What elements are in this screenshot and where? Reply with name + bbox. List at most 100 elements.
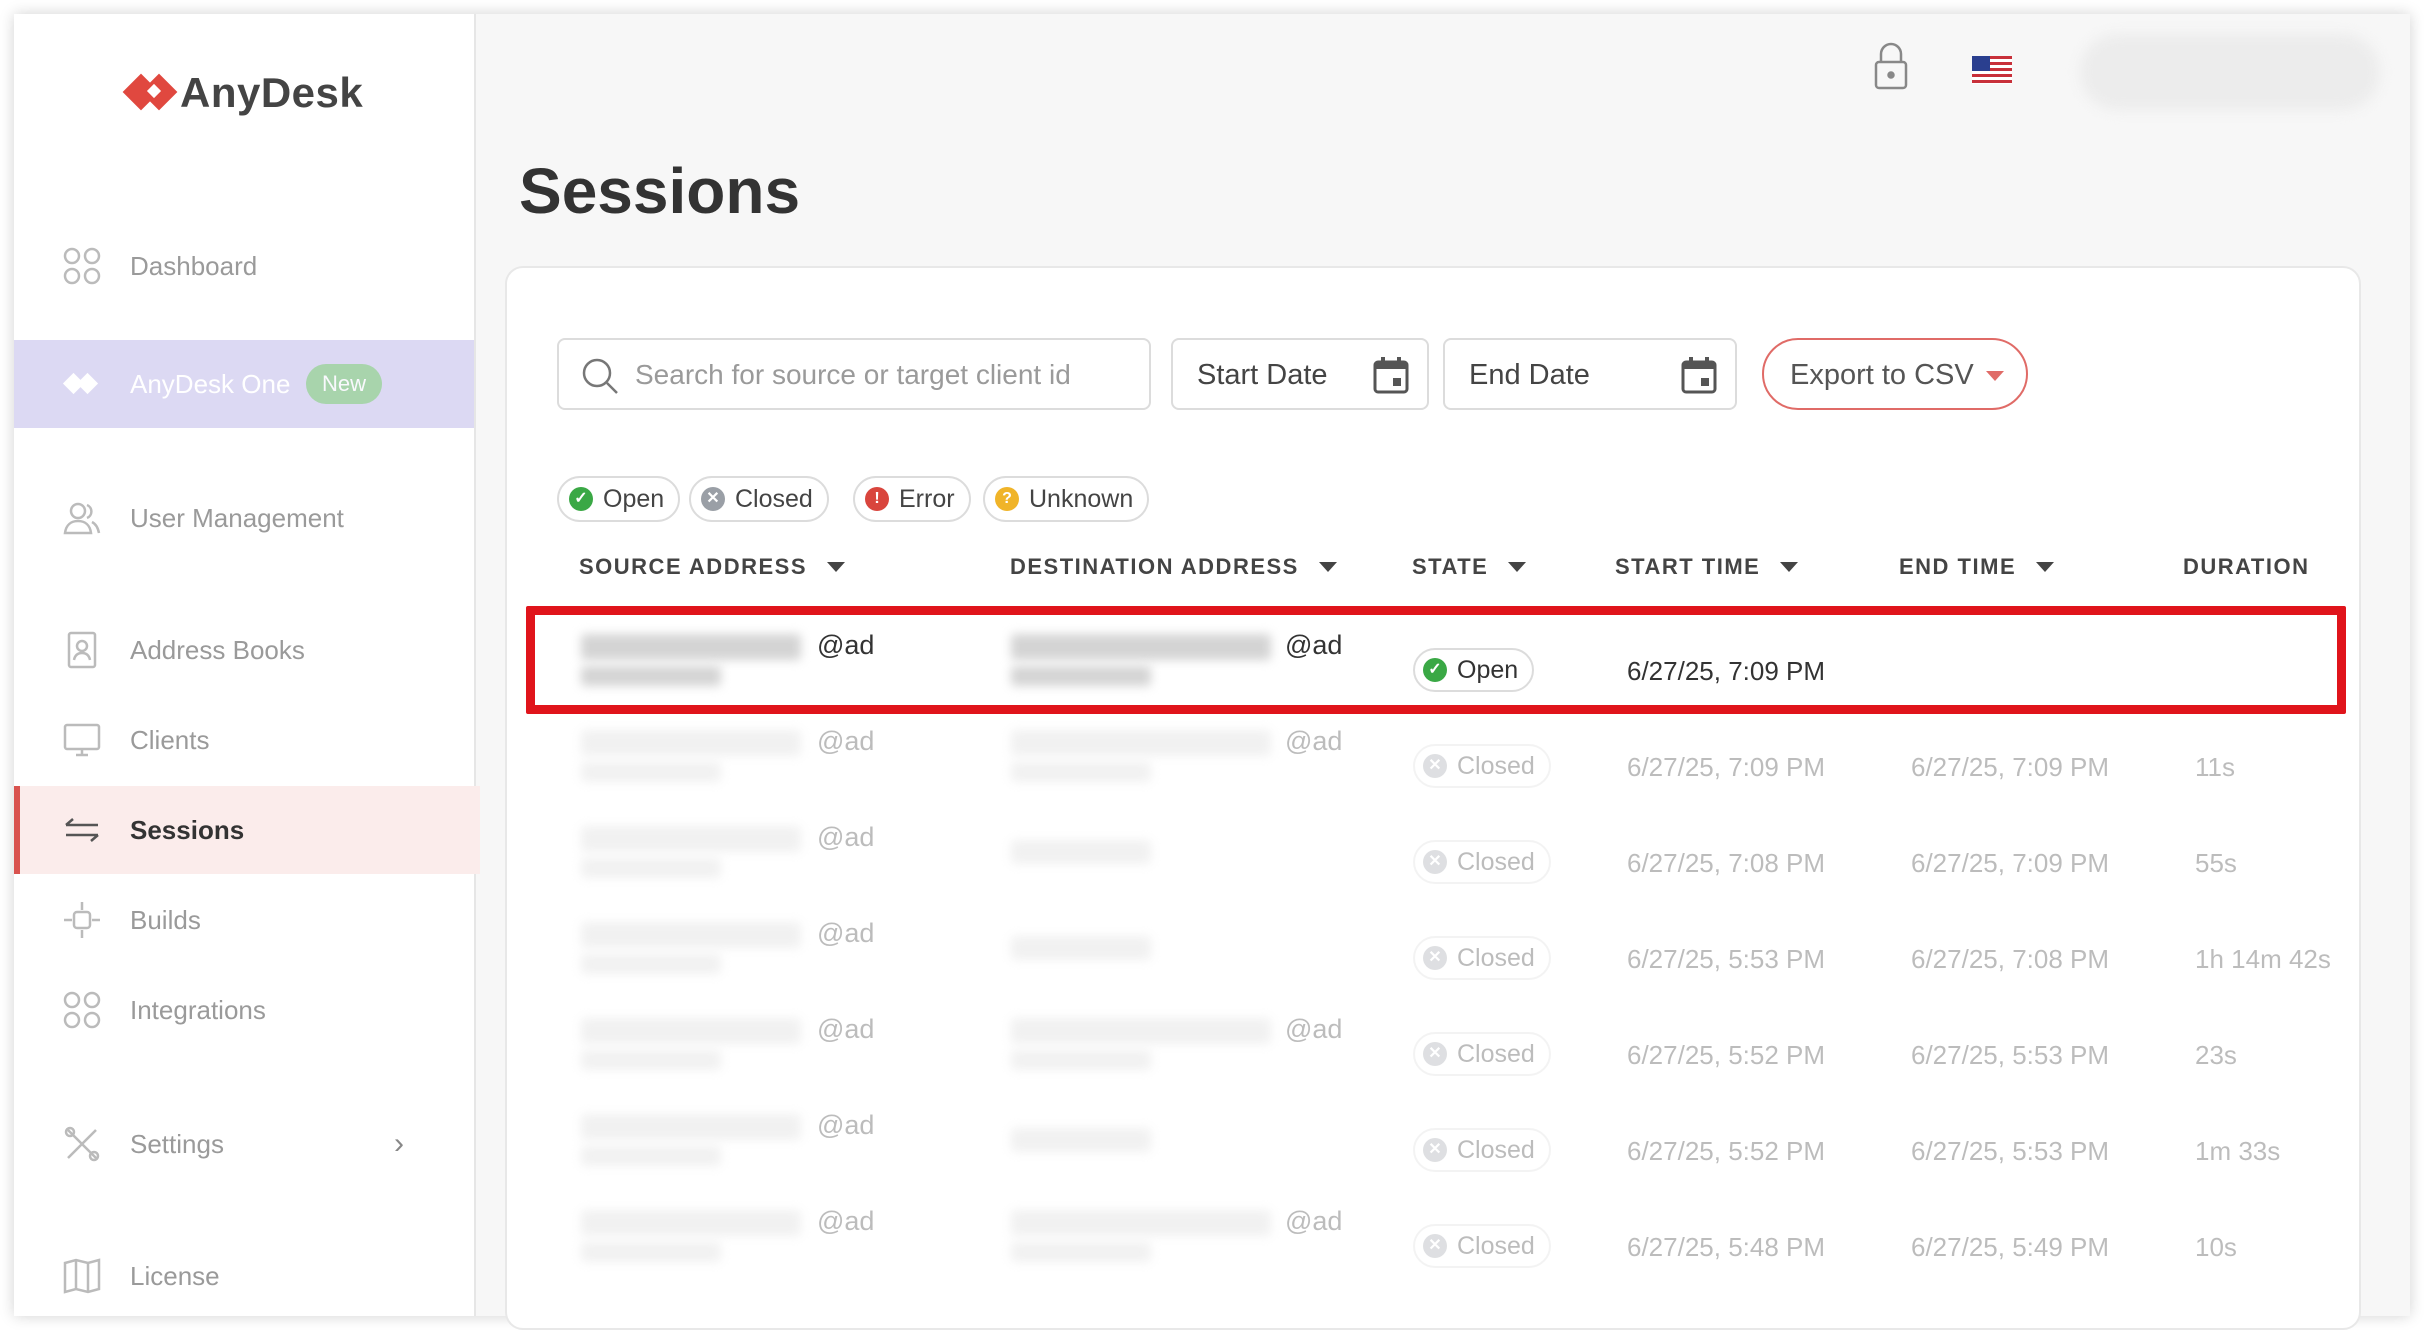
sessions-panel: Start Date End Date Export to CSV ✓ Open… (505, 266, 2361, 1330)
sidebar-item-license[interactable]: License (14, 1232, 474, 1316)
table-row[interactable]: @ad @ad ✕ Closed 6/27/25, 5:52 PM 6/27/2… (507, 992, 2359, 1088)
anydesk-logo[interactable]: AnyDesk (122, 69, 363, 117)
start-date-label: Start Date (1197, 359, 1328, 391)
x-circle-icon: ✕ (1423, 946, 1447, 970)
table-row[interactable]: @ad ✕ Closed 6/27/25, 5:53 PM 6/27/25, 7… (507, 896, 2359, 992)
sidebar-item-label: Dashboard (130, 250, 258, 281)
sort-icon[interactable] (827, 562, 845, 572)
x-circle-icon: ✕ (1423, 1138, 1447, 1162)
redacted-source (581, 1146, 721, 1166)
redacted-source (581, 1018, 801, 1044)
export-csv-button[interactable]: Export to CSV (1762, 338, 2028, 410)
sidebar-item-label: Sessions (130, 814, 245, 845)
filter-unknown[interactable]: ? Unknown (983, 476, 1150, 522)
highlight-box (526, 606, 2346, 714)
redacted-source (581, 954, 721, 974)
table-row[interactable]: @ad @ad ✕ Closed 6/27/25, 7:09 PM 6/27/2… (507, 704, 2359, 800)
sidebar-item-label: Settings (130, 1128, 224, 1159)
table-row[interactable]: @ad ✕ Closed 6/27/25, 7:08 PM 6/27/25, 7… (507, 800, 2359, 896)
redacted-source (581, 922, 801, 948)
sidebar-item-address-books[interactable]: Address Books (14, 606, 474, 694)
search-input[interactable] (633, 340, 1137, 410)
status-badge: ✕ Closed (1413, 840, 1551, 884)
table-row[interactable]: @ad ✕ Closed 6/27/25, 5:52 PM 6/27/25, 5… (507, 1088, 2359, 1184)
col-duration: DURATION (2183, 554, 2310, 579)
status-badge: ✕ Closed (1413, 936, 1551, 980)
status-badge: ✕ Closed (1413, 1128, 1551, 1172)
redacted-source (581, 1242, 721, 1262)
calendar-icon[interactable] (1373, 356, 1409, 394)
x-circle-icon: ✕ (1423, 850, 1447, 874)
anydesk-one-icon (62, 364, 102, 404)
calendar-icon[interactable] (1681, 356, 1717, 394)
redacted-source (581, 826, 801, 852)
search-icon (581, 357, 619, 400)
sidebar-item-label: Builds (130, 904, 201, 935)
sidebar-item-anydesk-one[interactable]: AnyDesk One New (14, 340, 474, 428)
redacted-destination (1011, 840, 1151, 864)
status-badge: ✕ Closed (1413, 1032, 1551, 1076)
x-circle-icon: ✕ (1423, 1042, 1447, 1066)
redacted-destination (1011, 936, 1151, 960)
chevron-right-icon[interactable]: › (394, 1127, 404, 1161)
status-badge: ✕ Closed (1413, 744, 1551, 788)
col-destination-address[interactable]: DESTINATION ADDRESS (1010, 554, 1337, 580)
us-flag-icon[interactable] (1972, 56, 2012, 89)
filter-open[interactable]: ✓ Open (557, 476, 681, 522)
anydesk-logo-icon (122, 69, 178, 117)
app-name: AnyDesk (180, 69, 364, 116)
col-source-address[interactable]: SOURCE ADDRESS (579, 554, 845, 580)
sort-icon[interactable] (1780, 562, 1799, 572)
redacted-destination (1011, 762, 1151, 782)
col-state[interactable]: STATE (1412, 554, 1527, 580)
start-date-field[interactable]: Start Date (1171, 338, 1429, 410)
sort-icon[interactable] (1318, 562, 1337, 572)
sidebar-item-clients[interactable]: Clients (14, 696, 474, 784)
builds-icon (62, 900, 102, 940)
sidebar-item-label: User Management (130, 502, 344, 533)
redacted-source (581, 730, 801, 756)
sidebar-item-label: Address Books (130, 634, 305, 665)
user-menu[interactable] (2080, 34, 2380, 110)
table-row[interactable]: @ad @ad ✕ Closed 6/27/25, 5:48 PM 6/27/2… (507, 1184, 2359, 1280)
users-icon (62, 498, 102, 538)
sidebar-item-builds[interactable]: Builds (14, 876, 474, 964)
lock-icon[interactable] (1872, 42, 1910, 97)
integrations-icon (62, 990, 102, 1030)
redacted-destination (1011, 1128, 1151, 1152)
sidebar: AnyDesk Dashboard AnyDesk One New User M… (14, 14, 480, 1316)
sidebar-item-settings[interactable]: Settings › (14, 1100, 474, 1188)
address-book-icon (62, 630, 102, 670)
filter-error[interactable]: ! Error (853, 476, 971, 522)
redacted-destination (1011, 1210, 1271, 1236)
redacted-source (581, 1050, 721, 1070)
status-badge: ✕ Closed (1413, 1224, 1551, 1268)
page-title: Sessions (519, 155, 801, 227)
monitor-icon (62, 720, 102, 760)
col-start-time[interactable]: START TIME (1615, 554, 1799, 580)
caret-down-icon (1986, 371, 2004, 381)
license-icon (62, 1256, 102, 1296)
redacted-source (581, 858, 721, 878)
sidebar-item-label: Clients (130, 724, 210, 755)
sidebar-item-user-management[interactable]: User Management (14, 474, 474, 562)
end-date-field[interactable]: End Date (1443, 338, 1737, 410)
redacted-destination (1011, 1018, 1271, 1044)
sort-icon[interactable] (2036, 562, 2055, 572)
check-icon: ✓ (569, 487, 593, 511)
sidebar-item-label: Integrations (130, 994, 266, 1025)
sidebar-item-sessions[interactable]: Sessions (14, 786, 480, 874)
sort-icon[interactable] (1508, 562, 1527, 572)
search-field[interactable] (557, 338, 1151, 410)
sidebar-item-dashboard[interactable]: Dashboard (14, 222, 474, 310)
redacted-destination (1011, 1050, 1151, 1070)
end-date-label: End Date (1469, 359, 1590, 391)
settings-icon (62, 1124, 102, 1164)
sidebar-item-integrations[interactable]: Integrations (14, 966, 474, 1054)
export-label: Export to CSV (1790, 359, 1974, 391)
filter-closed[interactable]: ✕ Closed (689, 476, 829, 522)
col-end-time[interactable]: END TIME (1899, 554, 2055, 580)
redacted-source (581, 762, 721, 782)
sidebar-item-label: AnyDesk One (130, 368, 291, 399)
redacted-destination (1011, 1242, 1151, 1262)
